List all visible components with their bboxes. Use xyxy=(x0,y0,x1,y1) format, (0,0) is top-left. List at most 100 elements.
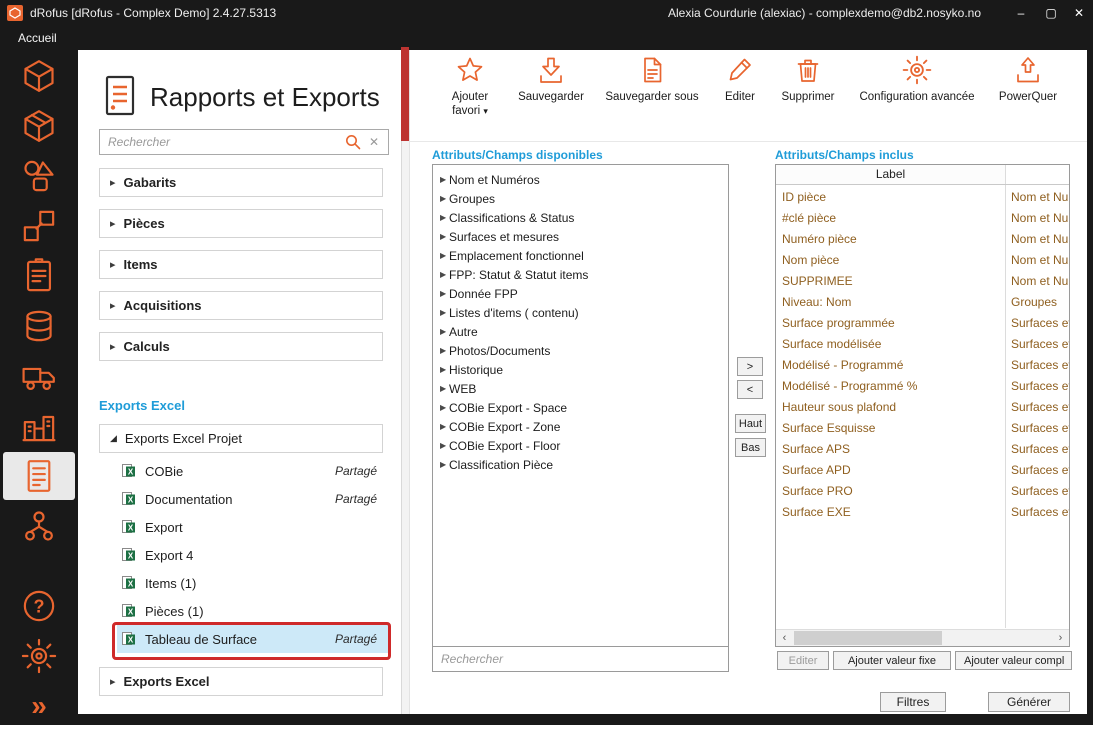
available-field-group[interactable]: ▶ WEB xyxy=(433,379,728,398)
available-field-group[interactable]: ▶ Surfaces et mesures xyxy=(433,227,728,246)
export-report-item[interactable]: X Export xyxy=(117,513,389,541)
field-label-cell: Surface PRO xyxy=(776,484,1005,498)
export-report-item[interactable]: X Pièces (1) xyxy=(117,597,389,625)
report-group-header[interactable]: ▸ Gabarits xyxy=(99,168,383,197)
available-field-label: COBie Export - Floor xyxy=(449,439,560,453)
scroll-left-icon[interactable]: ‹ xyxy=(776,630,793,646)
powerquery-button[interactable]: PowerQuer xyxy=(986,55,1070,104)
table-row[interactable]: Modélisé - Programmé % Surfaces et xyxy=(776,375,1069,396)
edit-field-button[interactable]: Editer xyxy=(777,651,829,670)
generate-button[interactable]: Générer xyxy=(988,692,1070,712)
excel-file-icon: X xyxy=(121,520,136,535)
model-icon[interactable] xyxy=(0,102,78,150)
table-row[interactable]: Modélisé - Programmé Surfaces et xyxy=(776,354,1069,375)
add-favorite-button[interactable]: Ajouter favori ▾ xyxy=(437,55,503,119)
table-row[interactable]: Nom pièce Nom et Nu xyxy=(776,249,1069,270)
available-search-input[interactable] xyxy=(433,652,728,666)
move-left-button[interactable]: < xyxy=(737,380,763,399)
available-field-group[interactable]: ▶ COBie Export - Floor xyxy=(433,436,728,455)
available-field-group[interactable]: ▶ Listes d'items ( contenu) xyxy=(433,303,728,322)
table-row[interactable]: Surface programmée Surfaces et xyxy=(776,312,1069,333)
field-group-cell: Surfaces et xyxy=(1005,358,1069,372)
available-field-group[interactable]: ▶ Emplacement fonctionnel xyxy=(433,246,728,265)
scroll-right-icon[interactable]: › xyxy=(1052,630,1069,646)
settings-icon[interactable] xyxy=(0,632,78,680)
attachments-icon[interactable] xyxy=(0,252,78,300)
delete-button[interactable]: Supprimer xyxy=(771,55,845,104)
table-row[interactable]: Surface APS Surfaces et xyxy=(776,438,1069,459)
report-group-list: ▸ Gabarits ▸ Pièces ▸ Items ▸ Acquisitio… xyxy=(99,168,383,373)
buildings-icon[interactable] xyxy=(0,402,78,450)
available-field-group[interactable]: ▶ Groupes xyxy=(433,189,728,208)
available-field-group[interactable]: ▶ COBie Export - Zone xyxy=(433,417,728,436)
logistics-icon[interactable] xyxy=(0,352,78,400)
toolbar-label: Sauvegarder sous xyxy=(605,90,698,104)
tree-collapsed-icon: ▶ xyxy=(433,422,449,431)
available-field-group[interactable]: ▶ FPP: Statut & Statut items xyxy=(433,265,728,284)
save-button[interactable]: Sauvegarder xyxy=(508,55,594,104)
advanced-config-button[interactable]: Configuration avancée xyxy=(849,55,985,104)
search-input[interactable] xyxy=(100,135,345,149)
horizontal-scrollbar[interactable]: ‹ › xyxy=(776,629,1069,646)
export-report-item[interactable]: X COBie Partagé xyxy=(117,457,389,485)
table-row[interactable]: Numéro pièce Nom et Nu xyxy=(776,228,1069,249)
available-field-group[interactable]: ▶ Historique xyxy=(433,360,728,379)
table-row[interactable]: #clé pièce Nom et Nu xyxy=(776,207,1069,228)
field-group-cell: Surfaces et xyxy=(1005,442,1069,456)
column-header-label[interactable]: Label xyxy=(776,165,1005,184)
field-label-cell: Surface modélisée xyxy=(776,337,1005,351)
table-row[interactable]: Surface EXE Surfaces et xyxy=(776,501,1069,522)
field-label-cell: Numéro pièce xyxy=(776,232,1005,246)
move-right-button[interactable]: > xyxy=(737,357,763,376)
table-row[interactable]: Niveau: Nom Groupes xyxy=(776,291,1069,312)
minimize-button[interactable]: – xyxy=(1008,0,1034,26)
add-complex-value-button[interactable]: Ajouter valeur compl xyxy=(955,651,1072,670)
report-group-header[interactable]: ▸ Acquisitions xyxy=(99,291,383,320)
organization-icon[interactable] xyxy=(0,502,78,550)
help-icon[interactable]: ? xyxy=(0,582,78,630)
available-field-group[interactable]: ▶ Photos/Documents xyxy=(433,341,728,360)
table-row[interactable]: Hauteur sous plafond Surfaces et xyxy=(776,396,1069,417)
available-field-group[interactable]: ▶ Nom et Numéros xyxy=(433,170,728,189)
filters-button[interactable]: Filtres xyxy=(880,692,946,712)
report-group-header[interactable]: ▸ Pièces xyxy=(99,209,383,238)
export-report-item[interactable]: X Export 4 xyxy=(117,541,389,569)
tree-collapsed-icon: ▶ xyxy=(433,441,449,450)
database-icon[interactable] xyxy=(0,302,78,350)
available-field-group[interactable]: ▶ Autre xyxy=(433,322,728,341)
table-row[interactable]: ID pièce Nom et Nu xyxy=(776,186,1069,207)
available-field-group[interactable]: ▶ Classifications & Status xyxy=(433,208,728,227)
tree-collapsed-icon: ▶ xyxy=(433,194,449,203)
maximize-button[interactable]: ▢ xyxy=(1038,0,1064,26)
available-field-group[interactable]: ▶ Classification Pièce xyxy=(433,455,728,474)
linked-items-icon[interactable] xyxy=(0,202,78,250)
panel-splitter[interactable] xyxy=(401,50,410,715)
edit-button[interactable]: Editer xyxy=(713,55,767,104)
export-report-item[interactable]: X Documentation Partagé xyxy=(117,485,389,513)
report-group-header-exports-excel[interactable]: ▸ Exports Excel xyxy=(99,667,383,696)
move-down-button[interactable]: Bas xyxy=(735,438,766,457)
move-up-button[interactable]: Haut xyxy=(735,414,766,433)
report-group-header[interactable]: ▸ Items xyxy=(99,250,383,279)
search-clear-icon[interactable]: ✕ xyxy=(369,135,379,149)
table-row[interactable]: Surface APD Surfaces et xyxy=(776,459,1069,480)
reports-icon[interactable] xyxy=(3,452,75,500)
export-report-item[interactable]: X Items (1) xyxy=(117,569,389,597)
spaces-3d-icon[interactable] xyxy=(0,52,78,100)
table-row[interactable]: SUPPRIMEE Nom et Nu xyxy=(776,270,1069,291)
field-group-cell: Surfaces et xyxy=(1005,505,1069,519)
scrollbar-thumb[interactable] xyxy=(794,631,942,645)
available-field-group[interactable]: ▶ Donnée FPP xyxy=(433,284,728,303)
available-field-group[interactable]: ▶ COBie Export - Space xyxy=(433,398,728,417)
caret-down-icon: ▾ xyxy=(483,106,488,116)
table-row[interactable]: Surface modélisée Surfaces et xyxy=(776,333,1069,354)
menu-accueil[interactable]: Accueil xyxy=(18,26,57,50)
add-fixed-value-button[interactable]: Ajouter valeur fixe xyxy=(833,651,951,670)
table-row[interactable]: Surface PRO Surfaces et xyxy=(776,480,1069,501)
report-group-header[interactable]: ▸ Calculs xyxy=(99,332,383,361)
save-as-button[interactable]: Sauvegarder sous xyxy=(598,55,706,104)
shapes-icon[interactable] xyxy=(0,152,78,200)
search-icon[interactable] xyxy=(345,134,361,150)
tree-root-exports-excel-projet[interactable]: ◢ Exports Excel Projet xyxy=(99,424,383,453)
table-row[interactable]: Surface Esquisse Surfaces et xyxy=(776,417,1069,438)
